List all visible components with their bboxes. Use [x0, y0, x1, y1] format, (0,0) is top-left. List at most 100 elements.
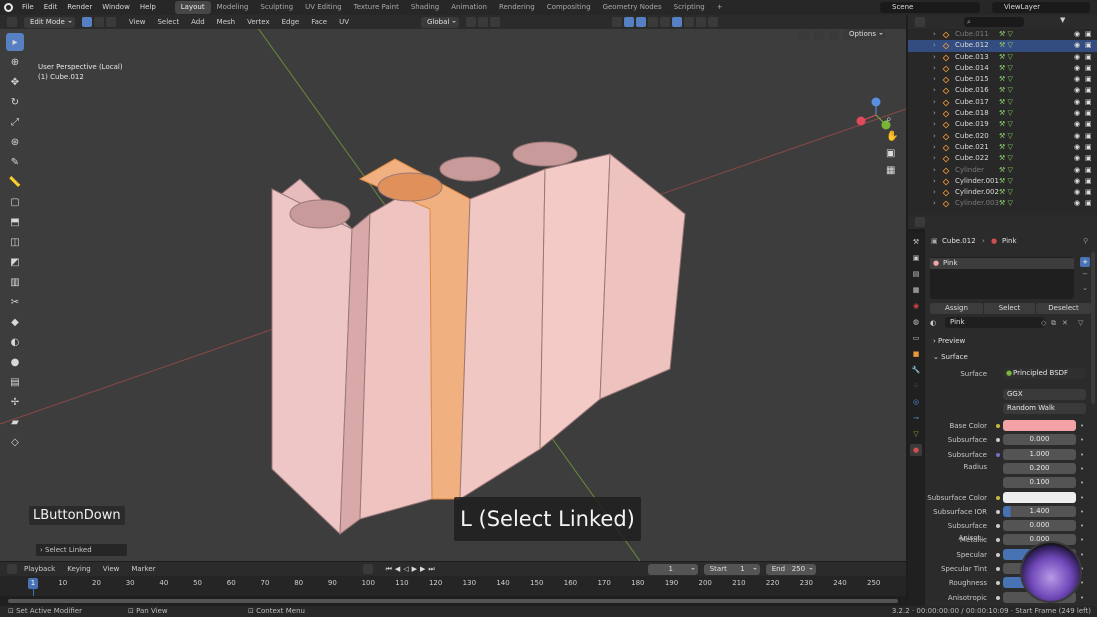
- menu-file[interactable]: File: [17, 0, 39, 15]
- visibility-eye-icon[interactable]: ◉: [1074, 165, 1080, 176]
- material-name-field[interactable]: Pink: [945, 317, 1045, 328]
- outliner-item[interactable]: › Cube.016 ⚒ ▽ ◉ ▣: [908, 85, 1097, 96]
- tab-scripting[interactable]: Scripting: [668, 1, 711, 14]
- add-slot-button[interactable]: +: [1080, 257, 1090, 267]
- keyframe-dot-icon[interactable]: •: [1080, 592, 1084, 604]
- outliner-item[interactable]: › Cube.021 ⚒ ▽ ◉ ▣: [908, 142, 1097, 153]
- outliner-item[interactable]: › Cube.019 ⚒ ▽ ◉ ▣: [908, 119, 1097, 130]
- visibility-eye-icon[interactable]: [708, 17, 719, 27]
- viewlayer-selector[interactable]: ViewLayer: [992, 2, 1090, 13]
- menu-playback[interactable]: Playback: [18, 562, 61, 576]
- menu-timeline-view[interactable]: View: [97, 562, 126, 576]
- outliner-item[interactable]: › Cylinder.001 ⚒ ▽ ◉ ▣: [908, 176, 1097, 187]
- menu-keying[interactable]: Keying: [61, 562, 97, 576]
- render-camera-icon[interactable]: ▣: [1085, 29, 1092, 40]
- outliner-item[interactable]: › Cylinder ⚒ ▽ ◉ ▣: [908, 165, 1097, 176]
- visibility-eye-icon[interactable]: ◉: [1074, 119, 1080, 130]
- shear-tool-icon[interactable]: ▰: [6, 413, 24, 431]
- slot-menu-chevron-icon[interactable]: ⌄: [1080, 283, 1090, 293]
- socket-dot-icon[interactable]: [996, 538, 1000, 543]
- filter-icon[interactable]: ▼: [1060, 16, 1065, 24]
- keyframe-dot-icon[interactable]: •: [1080, 534, 1084, 546]
- duplicate-material-icon[interactable]: ⧉: [1051, 317, 1056, 329]
- object-tab-icon[interactable]: ■: [910, 348, 922, 360]
- socket-dot-icon[interactable]: [996, 567, 1000, 571]
- color-swatch[interactable]: [1003, 491, 1076, 503]
- expand-triangle-icon[interactable]: ›: [933, 108, 936, 119]
- surface-section[interactable]: ⌄ Surface: [933, 353, 968, 361]
- poly-build-tool-icon[interactable]: ◆: [6, 313, 24, 331]
- socket-dot-icon[interactable]: [996, 424, 1000, 428]
- preview-section[interactable]: › Preview: [933, 337, 965, 345]
- world-tab-icon[interactable]: ◍: [910, 316, 922, 328]
- menu-mesh[interactable]: Mesh: [211, 15, 241, 29]
- outliner-item[interactable]: › Cylinder.003 ⚒ ▽ ◉ ▣: [908, 198, 1097, 209]
- visibility-eye-icon[interactable]: ◉: [1074, 97, 1080, 108]
- outliner-item[interactable]: › Cube.012 ⚒ ▽ ◉ ▣: [908, 40, 1097, 52]
- 3d-viewport[interactable]: User Perspective (Local) (1) Cube.012 Op…: [0, 29, 906, 561]
- visibility-eye-icon[interactable]: ◉: [1074, 131, 1080, 142]
- select-box-tool-icon[interactable]: ▸: [6, 33, 24, 51]
- camera-view-icon[interactable]: ▣: [886, 145, 898, 162]
- tab-layout[interactable]: Layout: [174, 1, 211, 14]
- timeline-scroll-thumb[interactable]: [8, 599, 898, 603]
- mirror-x-icon[interactable]: [798, 29, 809, 40]
- menu-face[interactable]: Face: [305, 15, 333, 29]
- keyframe-dot-icon[interactable]: •: [1080, 492, 1084, 504]
- bevel-tool-icon[interactable]: ◩: [6, 253, 24, 271]
- socket-dot-icon[interactable]: [996, 552, 1000, 557]
- menu-vertex[interactable]: Vertex: [241, 15, 276, 29]
- tab-compositing[interactable]: Compositing: [541, 1, 597, 14]
- pan-hand-icon[interactable]: ✋: [886, 128, 898, 145]
- collection-tab-icon[interactable]: ▭: [910, 332, 922, 344]
- socket-dot-icon[interactable]: [996, 524, 1000, 529]
- keyframe-dot-icon[interactable]: •: [1080, 463, 1084, 475]
- menu-marker[interactable]: Marker: [125, 562, 161, 576]
- keyframe-dot-icon[interactable]: •: [1080, 449, 1084, 461]
- cursor-tool-icon[interactable]: ⊕: [6, 53, 24, 71]
- extrude-tool-icon[interactable]: ⬒: [6, 213, 24, 231]
- expand-triangle-icon[interactable]: ›: [933, 198, 936, 209]
- proportional-edit-icon[interactable]: [490, 17, 501, 27]
- annotate-tool-icon[interactable]: ✎: [6, 153, 24, 171]
- outliner[interactable]: › Cube.011 ⚒ ▽ ◉ ▣ › Cube.012 ⚒ ▽ ◉ ▣ › Cube.013 ⚒ ▽…: [908, 29, 1097, 215]
- render-camera-icon[interactable]: ▣: [1085, 63, 1092, 74]
- render-camera-icon[interactable]: ▣: [1085, 97, 1092, 108]
- material-browse-icon[interactable]: ◐: [930, 317, 936, 329]
- tab-sculpting[interactable]: Sculpting: [254, 1, 299, 14]
- playback-controls[interactable]: ⏮◀◁▶▶⏭: [386, 565, 438, 574]
- visibility-eye-icon[interactable]: ◉: [1074, 29, 1080, 40]
- node-link-icon[interactable]: ▽: [1078, 317, 1083, 329]
- visibility-eye-icon[interactable]: ◉: [1074, 63, 1080, 74]
- tab-rendering[interactable]: Rendering: [493, 1, 541, 14]
- number-field[interactable]: 1.000: [1003, 448, 1076, 460]
- subsurface-method-dropdown[interactable]: Random Walk: [1003, 403, 1086, 414]
- deselect-button[interactable]: Deselect: [1036, 303, 1091, 314]
- view-layer-tab-icon[interactable]: ▦: [910, 284, 922, 296]
- transform-tool-icon[interactable]: ⊛: [6, 133, 24, 151]
- tab-geometry-nodes[interactable]: Geometry Nodes: [597, 1, 668, 14]
- modifier-tab-icon[interactable]: 🔧: [910, 364, 922, 376]
- material-tab-icon[interactable]: ●: [910, 444, 922, 456]
- outliner-item[interactable]: › Cylinder.002 ⚒ ▽ ◉ ▣: [908, 187, 1097, 198]
- render-camera-icon[interactable]: ▣: [1085, 74, 1092, 85]
- render-camera-icon[interactable]: ▣: [1085, 85, 1092, 96]
- snap-icon[interactable]: [478, 17, 489, 27]
- pivot-icon[interactable]: [466, 17, 477, 27]
- mirror-z-icon[interactable]: [828, 29, 839, 40]
- keyframe-dot-icon[interactable]: •: [1080, 549, 1084, 561]
- number-field[interactable]: 0.100: [1003, 477, 1076, 489]
- edge-select-icon[interactable]: [93, 17, 104, 27]
- tab-texture-paint[interactable]: Texture Paint: [348, 1, 405, 14]
- keyframe-dot-icon[interactable]: •: [1080, 434, 1084, 446]
- pin-icon[interactable]: ⚲: [1083, 235, 1088, 247]
- timeline-ruler[interactable]: 1 10 20 30 40 50 60 70 80 90 100 110 120 130 140 150 16…: [0, 576, 906, 605]
- assign-button[interactable]: Assign: [930, 303, 983, 314]
- record-icon[interactable]: [362, 564, 373, 574]
- color-swatch[interactable]: [1003, 420, 1076, 431]
- properties-editor-icon[interactable]: [915, 217, 925, 227]
- keyframe-dot-icon[interactable]: •: [1080, 477, 1084, 489]
- timeline-editor-icon[interactable]: [7, 564, 17, 574]
- add-cube-tool-icon[interactable]: ▢: [6, 193, 24, 211]
- keyframe-dot-icon[interactable]: •: [1080, 506, 1084, 518]
